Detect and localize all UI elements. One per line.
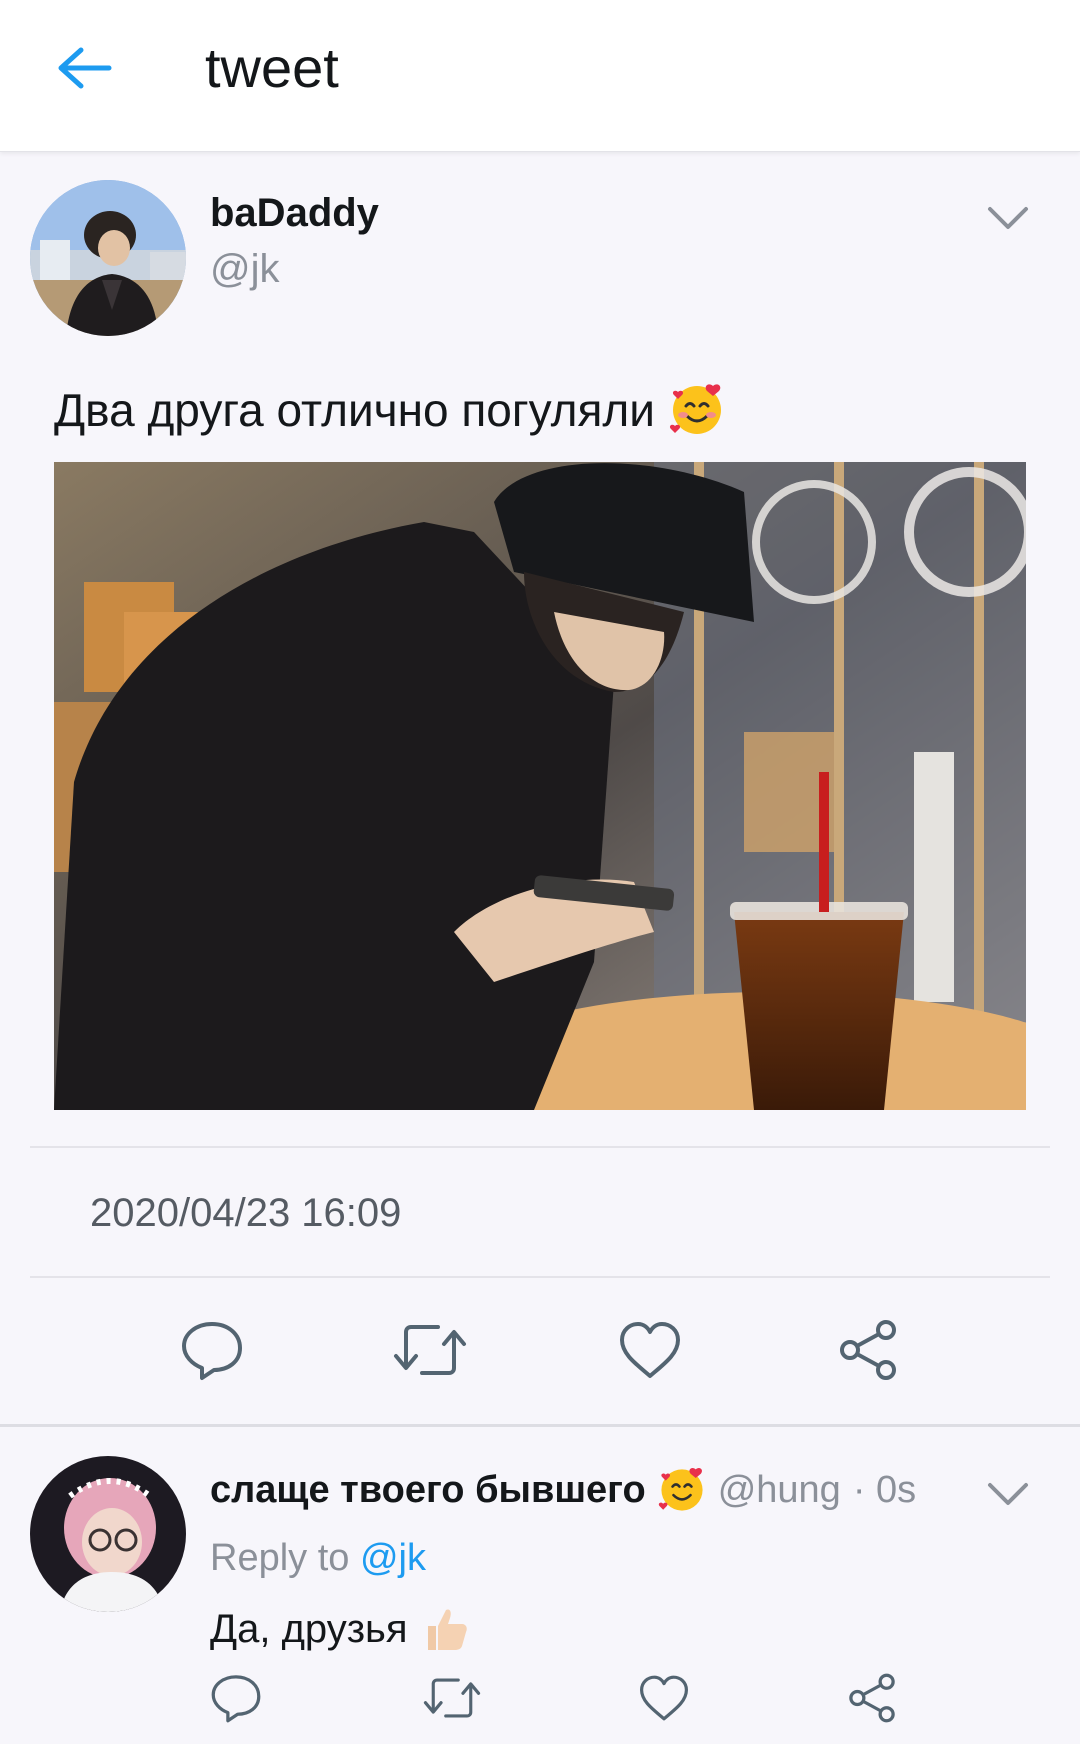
chevron-down-icon [988,1483,1028,1505]
reply-options-button[interactable] [980,1474,1036,1514]
reply-like-button[interactable] [626,1660,702,1736]
reply-author-avatar[interactable] [30,1456,186,1612]
retweet-button[interactable] [390,1310,470,1390]
reply-icon [182,1322,242,1380]
reply-text: Да, друзья [210,1604,470,1654]
share-icon [840,1320,896,1380]
author-name[interactable]: baDaddy [210,190,379,236]
reply-reply-button[interactable] [198,1660,274,1736]
top-bar: tweet [0,0,1080,152]
tweet-options-button[interactable] [980,198,1036,238]
like-button[interactable] [610,1310,690,1390]
reply-to-line: Reply to @jk [210,1535,426,1581]
divider [30,1146,1050,1148]
back-button[interactable] [52,40,116,96]
share-button[interactable] [828,1310,908,1390]
back-arrow-icon [58,47,112,89]
reply-text-content: Да, друзья [210,1607,408,1651]
reply-author-name[interactable]: слаще твоего бывшего [210,1467,646,1513]
section-separator [0,1424,1080,1427]
reply-retweet-button[interactable] [414,1660,490,1736]
reply-to-prefix: Reply to [210,1537,350,1579]
chevron-down-icon [988,207,1028,229]
reply-button[interactable] [172,1310,252,1390]
smiling-face-with-hearts-icon [658,1466,706,1514]
tweet-text: Два друга отлично погуляли [54,380,725,440]
heart-icon [620,1322,680,1378]
divider [30,1276,1050,1278]
reply-share-button[interactable] [834,1660,910,1736]
reply-to-handle-link[interactable]: @jk [360,1537,426,1579]
retweet-icon [423,1678,481,1718]
smiling-face-with-hearts-icon [669,382,725,438]
author-avatar[interactable] [30,180,186,336]
reply-author-handle[interactable]: @hung [718,1467,841,1513]
page-title: tweet [205,36,339,99]
thumbs-up-icon [420,1604,470,1654]
retweet-icon [394,1325,466,1375]
tweet-text-content: Два друга отлично погуляли [54,384,655,436]
author-handle[interactable]: @jk [210,246,280,292]
reply-icon [211,1675,261,1723]
heart-icon [640,1675,688,1721]
tweet-photo[interactable] [54,462,1026,1110]
tweet-timestamp: 2020/04/23 16:09 [90,1191,402,1235]
share-icon [849,1673,895,1723]
reply-header: слаще твоего бывшего @hung · 0s [210,1466,916,1514]
reply-time: · 0s [852,1469,917,1511]
